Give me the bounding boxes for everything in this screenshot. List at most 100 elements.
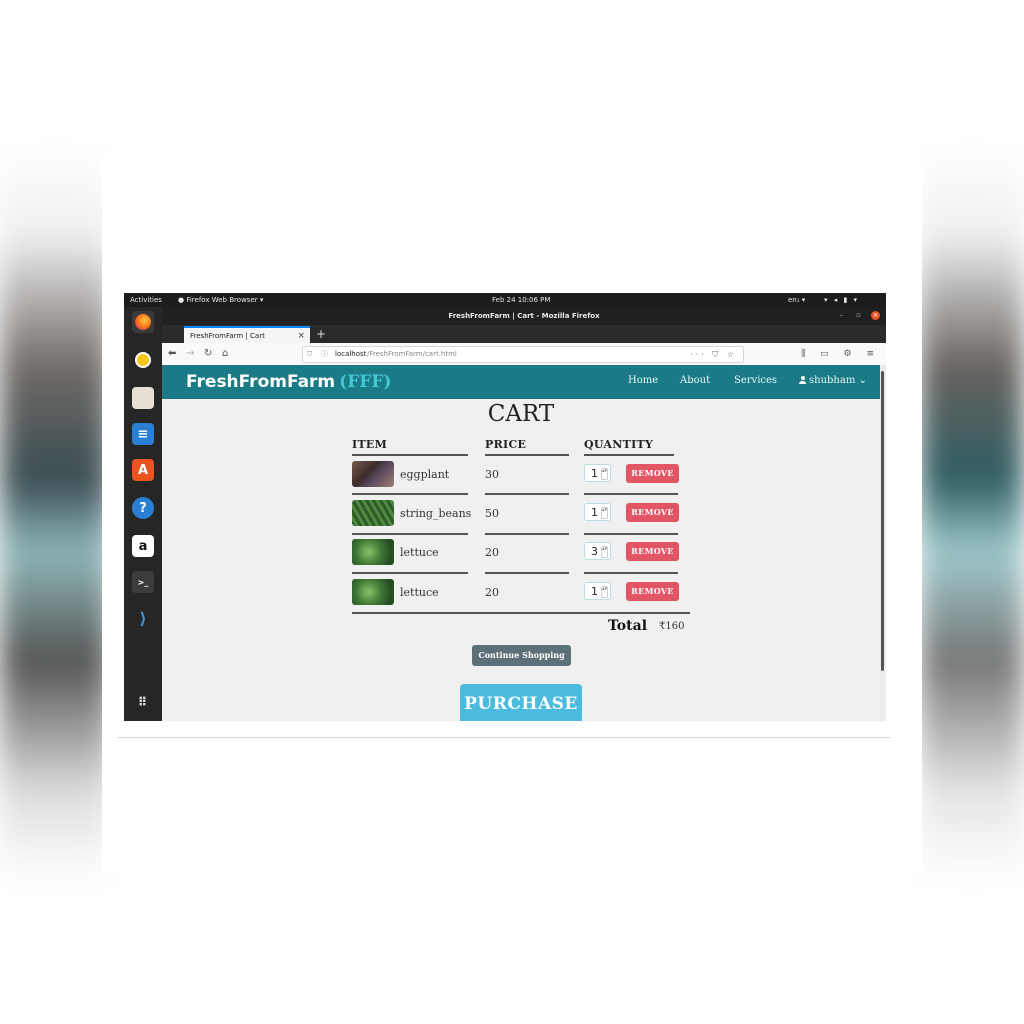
row-divider [584, 533, 678, 535]
header-item: ITEM [352, 438, 388, 451]
header-underline [584, 454, 674, 456]
quantity-value: 1 [591, 585, 598, 598]
spinner-icon[interactable]: ▴▾ [601, 507, 608, 519]
reload-icon[interactable]: ↻ [204, 346, 212, 362]
remove-button[interactable]: REMOVE [626, 542, 679, 561]
item-name: eggplant [400, 468, 450, 481]
url-host: localhost [335, 350, 367, 358]
tab-title: FreshFromFarm | Cart [190, 332, 265, 340]
user-name: shubham ⌄ [809, 375, 867, 386]
scrollbar-thumb[interactable] [881, 371, 884, 671]
remove-button[interactable]: REMOVE [626, 503, 679, 522]
dock: ≡ A ? a >_ ⟩ ⠿ [124, 307, 162, 721]
new-tab-icon[interactable]: + [316, 325, 326, 343]
url-actions-icon[interactable]: ··· ⛉ ☆ [690, 347, 737, 362]
app-menu[interactable]: ● Firefox Web Browser ▾ [178, 293, 263, 307]
info-icon[interactable]: ⓘ [321, 347, 328, 362]
app-grid-icon[interactable]: ⠿ [132, 691, 154, 713]
header-quantity: QUANTITY [584, 438, 654, 451]
blurred-background-right [920, 150, 1024, 880]
tab-cart[interactable]: FreshFromFarm | Cart × [184, 326, 310, 343]
row-divider [485, 493, 569, 495]
back-icon[interactable]: ⬅ [168, 346, 176, 362]
remove-button[interactable]: REMOVE [626, 464, 679, 483]
quantity-stepper[interactable]: 3 ▴▾ [584, 542, 611, 560]
item-price: 50 [485, 507, 499, 520]
language-indicator[interactable]: en₁ ▾ [788, 293, 805, 307]
firefox-window: FreshFromFarm | Cart - Mozilla Firefox –… [162, 307, 886, 721]
purchase-button[interactable]: PURCHASE [460, 684, 582, 721]
quantity-stepper[interactable]: 1 ▴▾ [584, 503, 611, 521]
blurred-background-left [0, 150, 110, 880]
site-navbar: FreshFromFarm (FFF) Home About Services s… [162, 365, 880, 399]
user-icon [799, 376, 806, 384]
product-image [352, 539, 394, 565]
cart-row: eggplant 30 1 ▴▾ REMOVE [162, 461, 880, 501]
brand-name: FreshFromFarm [186, 372, 336, 392]
item-price: 20 [485, 546, 499, 559]
item-name: lettuce [400, 586, 439, 599]
close-window-icon[interactable]: × [871, 311, 880, 320]
desktop: Activities ● Firefox Web Browser ▾ Feb 2… [124, 293, 886, 721]
gnome-top-bar: Activities ● Firefox Web Browser ▾ Feb 2… [124, 293, 886, 307]
scrollbar[interactable] [880, 365, 886, 721]
spinner-icon[interactable]: ▴▾ [601, 546, 608, 558]
system-tray[interactable]: ▾ ◂ ▮ ▾ [824, 293, 859, 307]
header-underline [485, 454, 569, 456]
row-divider [352, 493, 468, 495]
row-divider [352, 572, 468, 574]
user-menu[interactable]: shubham ⌄ [799, 375, 867, 386]
app-menu-label: Firefox Web Browser ▾ [186, 296, 264, 304]
row-divider [584, 572, 678, 574]
home-icon[interactable]: ⌂ [222, 346, 228, 362]
shield-icon[interactable]: ⛉ [307, 347, 312, 362]
product-image [352, 500, 394, 526]
software-center-icon[interactable]: A [132, 459, 154, 481]
url-bar[interactable]: ⛉ ⓘ localhost /FreshFromFarm/cart.html ·… [302, 346, 744, 363]
activities-button[interactable]: Activities [130, 293, 162, 307]
row-divider [584, 493, 678, 495]
product-image [352, 579, 394, 605]
help-icon[interactable]: ? [132, 497, 154, 519]
forward-icon[interactable]: → [186, 346, 194, 362]
brand-logo[interactable]: FreshFromFarm (FFF) [186, 372, 391, 392]
total-label: Total [608, 618, 648, 634]
item-price: 20 [485, 586, 499, 599]
continue-shopping-button[interactable]: Continue Shopping [472, 645, 571, 666]
row-divider [485, 572, 569, 574]
writer-icon[interactable]: ≡ [132, 423, 154, 445]
window-title: FreshFromFarm | Cart - Mozilla Firefox [162, 307, 886, 325]
firefox-icon[interactable] [132, 311, 154, 333]
quantity-value: 1 [591, 467, 598, 480]
spinner-icon[interactable]: ▴▾ [601, 586, 608, 598]
vscode-icon[interactable]: ⟩ [132, 607, 154, 629]
total-value: ₹160 [659, 621, 685, 632]
rhythmbox-icon[interactable] [132, 349, 154, 371]
nav-home[interactable]: Home [628, 375, 658, 386]
row-divider [485, 533, 569, 535]
url-path: /FreshFromFarm/cart.html [367, 350, 457, 358]
terminal-icon[interactable]: >_ [132, 571, 154, 593]
amazon-icon[interactable]: a [132, 535, 154, 557]
product-image [352, 461, 394, 487]
header-underline [352, 454, 468, 456]
tab-strip: FreshFromFarm | Cart × + [162, 325, 886, 343]
clock[interactable]: Feb 24 10:06 PM [492, 293, 550, 307]
quantity-value: 3 [591, 545, 598, 558]
files-icon[interactable] [132, 387, 154, 409]
quantity-stepper[interactable]: 1 ▴▾ [584, 582, 611, 600]
spinner-icon[interactable]: ▴▾ [601, 468, 608, 480]
row-divider [352, 533, 468, 535]
quantity-value: 1 [591, 506, 598, 519]
cart-page: FreshFromFarm (FFF) Home About Services s… [162, 365, 880, 721]
toolbar-right-icons[interactable]: ⫼ ▭ ⚙ ≡ [801, 346, 880, 362]
remove-button[interactable]: REMOVE [626, 582, 679, 601]
minimize-icon[interactable]: – [837, 311, 846, 320]
maximize-icon[interactable]: ▫ [854, 311, 863, 320]
frame-divider [118, 737, 890, 738]
brand-abbr: (FFF) [339, 372, 392, 392]
quantity-stepper[interactable]: 1 ▴▾ [584, 464, 611, 482]
nav-services[interactable]: Services [734, 375, 777, 386]
page-title: CART [487, 401, 555, 427]
nav-about[interactable]: About [680, 375, 710, 386]
